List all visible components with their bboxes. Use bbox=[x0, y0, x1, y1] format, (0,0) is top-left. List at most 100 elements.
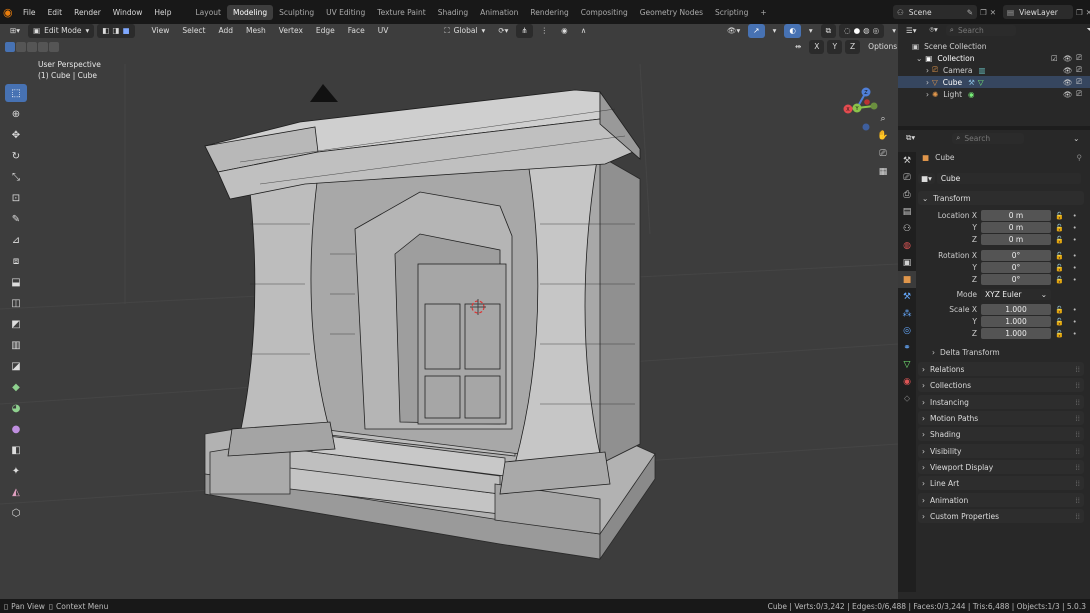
menu-mesh[interactable]: Mesh bbox=[241, 24, 271, 38]
outliner-collection[interactable]: ⌄ ▣ Collection ☑ 👁 ⎚ bbox=[898, 52, 1090, 64]
camera-view-icon[interactable]: ⎚ bbox=[875, 146, 891, 162]
poly-build-tool-icon[interactable]: ◆ bbox=[5, 378, 27, 396]
cursor-tool-icon[interactable]: ⊕ bbox=[5, 105, 27, 123]
scale-y-field[interactable]: 1.000 bbox=[981, 316, 1051, 327]
properties-options-icon[interactable]: ⌄ bbox=[1068, 131, 1084, 145]
delta-transform-subpanel[interactable]: › Delta Transform bbox=[932, 347, 1082, 358]
lock-icon[interactable]: 🔓 bbox=[1055, 264, 1064, 272]
overlays-dropdown-icon[interactable]: ▾ bbox=[804, 24, 818, 38]
face-select-icon[interactable]: ■ bbox=[122, 26, 129, 35]
lock-icon[interactable]: 🔓 bbox=[1055, 236, 1064, 244]
lock-icon[interactable]: 🔓 bbox=[1055, 224, 1064, 232]
vertex-select-icon[interactable]: ◧ bbox=[102, 26, 109, 35]
tab-layout[interactable]: Layout bbox=[189, 5, 227, 20]
visibility-selectability-icon[interactable]: 👁▾ bbox=[722, 24, 745, 38]
pivot-point-icon[interactable]: ⟳▾ bbox=[493, 24, 513, 38]
outliner-editor-type-icon[interactable]: ☰▾ bbox=[901, 23, 922, 37]
3d-viewport[interactable]: ⊞▾ ▣ Edit Mode ▾ ◧ ◨ ■ View Select Add Mes… bbox=[0, 24, 898, 599]
scale-z-field[interactable]: 1.000 bbox=[981, 328, 1051, 339]
expand-arrow-icon[interactable]: › bbox=[926, 78, 929, 87]
gizmo-neg-z-axis[interactable] bbox=[862, 123, 870, 131]
menu-face[interactable]: Face bbox=[343, 24, 370, 38]
scene-tab-icon[interactable]: ⚇ bbox=[898, 220, 916, 237]
particles-tab-icon[interactable]: ⁂ bbox=[898, 305, 916, 322]
keyframe-dot-icon[interactable]: • bbox=[1073, 330, 1077, 338]
object-browse-icon[interactable]: ■▾ bbox=[918, 173, 935, 184]
menu-edge[interactable]: Edge bbox=[311, 24, 340, 38]
outliner-search[interactable]: ⌕ Search bbox=[945, 24, 1016, 36]
outliner-scene-collection[interactable]: ▣ Scene Collection bbox=[898, 40, 1090, 52]
animation-panel-header[interactable]: › Animation ⁞⁞ bbox=[918, 493, 1084, 507]
drag-handle-icon[interactable]: ⁞⁞ bbox=[1075, 512, 1080, 521]
menu-edit[interactable]: Edit bbox=[42, 8, 69, 17]
pin-icon[interactable]: ⚲ bbox=[1077, 153, 1083, 162]
perspective-toggle-icon[interactable]: ▦ bbox=[875, 164, 891, 180]
menu-help[interactable]: Help bbox=[148, 8, 177, 17]
delete-scene-icon[interactable]: ✕ bbox=[990, 8, 996, 17]
eye-icon[interactable]: 👁 bbox=[1063, 78, 1073, 87]
constraints-tab-icon[interactable]: ⚭ bbox=[898, 339, 916, 356]
mirror-axis-icon[interactable]: ⇹ bbox=[790, 40, 806, 54]
scale-x-field[interactable]: 1.000 bbox=[981, 304, 1051, 315]
drag-handle-icon[interactable]: ⁞⁞ bbox=[1075, 381, 1080, 390]
object-tab-icon[interactable]: ■ bbox=[898, 271, 916, 288]
pan-hand-icon[interactable]: ✋ bbox=[875, 128, 891, 144]
keyframe-dot-icon[interactable]: • bbox=[1073, 264, 1077, 272]
lock-icon[interactable]: 🔓 bbox=[1055, 306, 1064, 314]
camera-render-icon[interactable]: ⎚ bbox=[1076, 53, 1082, 63]
inset-tool-icon[interactable]: ◫ bbox=[5, 294, 27, 312]
data-tab-icon[interactable]: ▽ bbox=[898, 356, 916, 373]
shading-dropdown-icon[interactable]: ▾ bbox=[887, 24, 898, 38]
object-name-field[interactable]: Cube bbox=[936, 173, 1081, 184]
select-box-tool-icon[interactable]: ⬚ bbox=[5, 84, 27, 102]
expand-arrow-icon[interactable]: › bbox=[926, 66, 929, 75]
gizmo-neg-y-axis[interactable] bbox=[870, 102, 878, 110]
select-extend-icon[interactable] bbox=[16, 41, 26, 52]
view-layer-tab-icon[interactable]: ▤ bbox=[898, 203, 916, 220]
outliner-item-camera[interactable]: › ⎚ Camera ▥ 👁 ⎚ bbox=[898, 64, 1090, 76]
rendered-shading-icon[interactable]: ◎ bbox=[873, 26, 880, 35]
solid-shading-icon[interactable]: ● bbox=[854, 26, 861, 35]
tab-animation[interactable]: Animation bbox=[474, 5, 524, 20]
camera-render-icon[interactable]: ⎚ bbox=[1076, 89, 1082, 99]
tab-rendering[interactable]: Rendering bbox=[524, 5, 574, 20]
expand-arrow-icon[interactable]: › bbox=[926, 90, 929, 99]
properties-editor-type-icon[interactable]: ⧉▾ bbox=[901, 131, 920, 145]
render-tab-icon[interactable]: ⎚ bbox=[898, 169, 916, 186]
shading-panel-header[interactable]: › Shading ⁞⁞ bbox=[918, 427, 1084, 441]
tab-sculpting[interactable]: Sculpting bbox=[273, 5, 320, 20]
rotation-x-field[interactable]: 0° bbox=[981, 250, 1051, 261]
keyframe-dot-icon[interactable]: • bbox=[1073, 236, 1077, 244]
keyframe-dot-icon[interactable]: • bbox=[1073, 306, 1077, 314]
select-invert-icon[interactable] bbox=[38, 41, 48, 52]
bevel-tool-icon[interactable]: ◩ bbox=[5, 315, 27, 333]
tab-texture-paint[interactable]: Texture Paint bbox=[371, 5, 431, 20]
drag-handle-icon[interactable]: ⁞⁞ bbox=[1075, 365, 1080, 374]
blender-logo-icon[interactable]: ◉ bbox=[3, 5, 17, 19]
keyframe-dot-icon[interactable]: • bbox=[1073, 318, 1077, 326]
gizmo-neg-x-axis[interactable] bbox=[864, 99, 870, 105]
modifier-tab-icon[interactable]: ⚒ bbox=[898, 288, 916, 305]
outliner-item-light[interactable]: › ✺ Light ◉ 👁 ⎚ bbox=[898, 88, 1090, 100]
shrink-fatten-tool-icon[interactable]: ✦ bbox=[5, 462, 27, 480]
tab-uv-editing[interactable]: UV Editing bbox=[320, 5, 371, 20]
menu-window[interactable]: Window bbox=[107, 8, 149, 17]
output-tab-icon[interactable]: ⎙ bbox=[898, 186, 916, 203]
drag-handle-icon[interactable]: ⁞⁞ bbox=[1075, 398, 1080, 407]
menu-vertex[interactable]: Vertex bbox=[274, 24, 308, 38]
rotation-y-field[interactable]: 0° bbox=[981, 262, 1051, 273]
world-tab-icon[interactable]: ◍ bbox=[898, 237, 916, 254]
gizmo-dropdown-icon[interactable]: ▾ bbox=[768, 24, 782, 38]
instancing-panel-header[interactable]: › Instancing ⁞⁞ bbox=[918, 395, 1084, 409]
new-view-layer-icon[interactable]: ❐ bbox=[1076, 8, 1083, 17]
keyframe-dot-icon[interactable]: • bbox=[1073, 252, 1077, 260]
lock-icon[interactable]: 🔓 bbox=[1055, 318, 1064, 326]
delete-view-layer-icon[interactable]: ✕ bbox=[1086, 8, 1090, 17]
rotation-mode-dropdown[interactable]: XYZ Euler ⌄ bbox=[981, 289, 1051, 300]
extrude-tool-icon[interactable]: ⬓ bbox=[5, 273, 27, 291]
keyframe-dot-icon[interactable]: • bbox=[1073, 224, 1077, 232]
material-shading-icon[interactable]: ◍ bbox=[863, 26, 870, 35]
location-y-field[interactable]: 0 m bbox=[981, 222, 1051, 233]
tab-shading[interactable]: Shading bbox=[432, 5, 474, 20]
mode-selector[interactable]: ▣ Edit Mode ▾ bbox=[28, 24, 95, 38]
